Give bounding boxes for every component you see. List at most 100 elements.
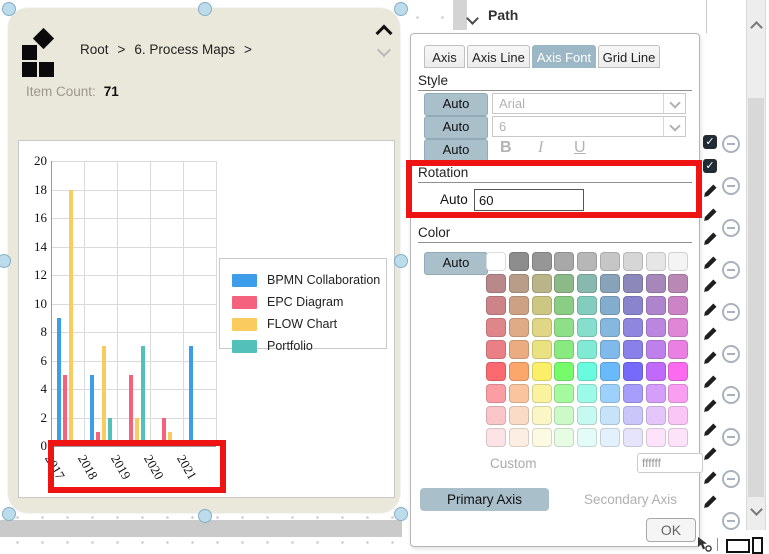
font-size-dropdown[interactable]: 6 [492,116,686,137]
size-auto-button[interactable]: Auto [424,116,488,139]
remove-minus-icon[interactable] [722,512,740,530]
palette-swatch[interactable] [646,406,666,425]
palette-swatch[interactable] [623,340,643,359]
remove-minus-icon[interactable] [722,345,740,363]
palette-swatch[interactable] [554,406,574,425]
palette-swatch[interactable] [668,340,688,359]
palette-swatch[interactable] [554,274,574,293]
palette-swatch[interactable] [623,428,643,447]
split-pane-layout-icon[interactable] [752,537,769,554]
palette-swatch[interactable] [509,252,529,271]
breadcrumb-folder[interactable]: 6. Process Maps [134,42,235,57]
palette-swatch[interactable] [486,340,506,359]
italic-button[interactable]: I [538,139,543,157]
edit-pencil-icon[interactable] [703,326,718,346]
scroll-up-icon[interactable] [752,19,761,37]
tab-axis-font[interactable]: Axis Font [532,45,596,68]
palette-swatch[interactable] [509,296,529,315]
palette-swatch[interactable] [509,384,529,403]
palette-swatch[interactable] [600,406,620,425]
palette-swatch[interactable] [600,384,620,403]
checkbox-checked-icon[interactable]: ✓ [703,159,717,173]
palette-swatch[interactable] [668,296,688,315]
palette-swatch[interactable] [623,296,643,315]
chart-widget-panel[interactable]: Root>6. Process Maps> Item Count:71 0246… [8,8,400,513]
palette-swatch[interactable] [509,274,529,293]
palette-swatch[interactable] [486,362,506,381]
palette-swatch[interactable] [646,252,666,271]
palette-swatch[interactable] [486,318,506,337]
edit-pencil-icon[interactable] [703,278,718,298]
checkbox-checked-icon[interactable]: ✓ [703,135,717,149]
edit-pencil-icon[interactable] [703,231,718,251]
single-pane-layout-icon[interactable] [726,539,750,553]
palette-swatch[interactable] [646,318,666,337]
horizontal-scrollbar[interactable] [0,520,402,537]
resize-handle-mid-right[interactable] [394,254,408,268]
palette-swatch[interactable] [554,252,574,271]
palette-swatch[interactable] [600,252,620,271]
palette-swatch[interactable] [623,362,643,381]
remove-minus-icon[interactable] [722,470,740,488]
bold-button[interactable]: B [500,139,512,157]
expand-down-icon[interactable] [379,42,389,60]
edit-pencil-icon[interactable] [703,255,718,275]
edit-pencil-icon[interactable] [703,302,718,322]
palette-swatch[interactable] [509,340,529,359]
edit-pencil-icon[interactable] [703,398,718,418]
palette-swatch[interactable] [532,406,552,425]
remove-minus-icon[interactable] [722,261,740,279]
palette-swatch[interactable] [554,340,574,359]
chevron-down-icon[interactable] [663,117,685,136]
palette-swatch[interactable] [577,384,597,403]
edit-pencil-icon[interactable] [703,470,718,490]
remove-minus-icon[interactable] [722,303,740,321]
palette-swatch[interactable] [668,252,688,271]
palette-swatch[interactable] [532,384,552,403]
palette-swatch[interactable] [668,384,688,403]
tab-axis[interactable]: Axis [424,45,465,68]
resize-handle-top-right[interactable] [394,2,408,16]
resize-handle-bottom-left[interactable] [2,507,16,521]
palette-swatch[interactable] [509,406,529,425]
edit-pencil-icon[interactable] [703,183,718,203]
scroll-down-icon[interactable] [752,501,761,519]
palette-swatch[interactable] [509,318,529,337]
palette-swatch[interactable] [668,362,688,381]
palette-swatch[interactable] [532,296,552,315]
palette-swatch[interactable] [509,428,529,447]
palette-swatch[interactable] [554,362,574,381]
edit-pencil-icon[interactable] [703,350,718,370]
palette-swatch[interactable] [646,296,666,315]
palette-swatch[interactable] [532,252,552,271]
palette-swatch[interactable] [646,428,666,447]
resize-handle-bottom-right[interactable] [394,507,408,521]
palette-swatch[interactable] [554,318,574,337]
palette-swatch[interactable] [668,274,688,293]
underline-button[interactable]: U [574,139,586,157]
palette-swatch[interactable] [509,362,529,381]
palette-swatch[interactable] [623,384,643,403]
breadcrumb-root[interactable]: Root [80,42,109,57]
palette-swatch[interactable] [600,428,620,447]
palette-swatch[interactable] [646,384,666,403]
palette-swatch[interactable] [577,296,597,315]
remove-minus-icon[interactable] [722,177,740,195]
palette-swatch[interactable] [486,406,506,425]
tab-axis-line[interactable]: Axis Line [467,45,530,68]
palette-swatch[interactable] [623,274,643,293]
palette-swatch[interactable] [600,274,620,293]
color-auto-button[interactable]: Auto [424,252,488,275]
remove-minus-icon[interactable] [722,135,740,153]
remove-minus-icon[interactable] [722,428,740,446]
palette-swatch[interactable] [577,340,597,359]
palette-swatch[interactable] [577,362,597,381]
inner-scrollbar-fragment[interactable] [453,0,467,30]
palette-swatch[interactable] [577,406,597,425]
palette-swatch[interactable] [486,384,506,403]
palette-swatch[interactable] [554,384,574,403]
palette-swatch[interactable] [554,428,574,447]
ok-button[interactable]: OK [646,518,696,542]
font-family-dropdown[interactable]: Arial [492,93,686,114]
resize-handle-top-center[interactable] [198,2,212,16]
